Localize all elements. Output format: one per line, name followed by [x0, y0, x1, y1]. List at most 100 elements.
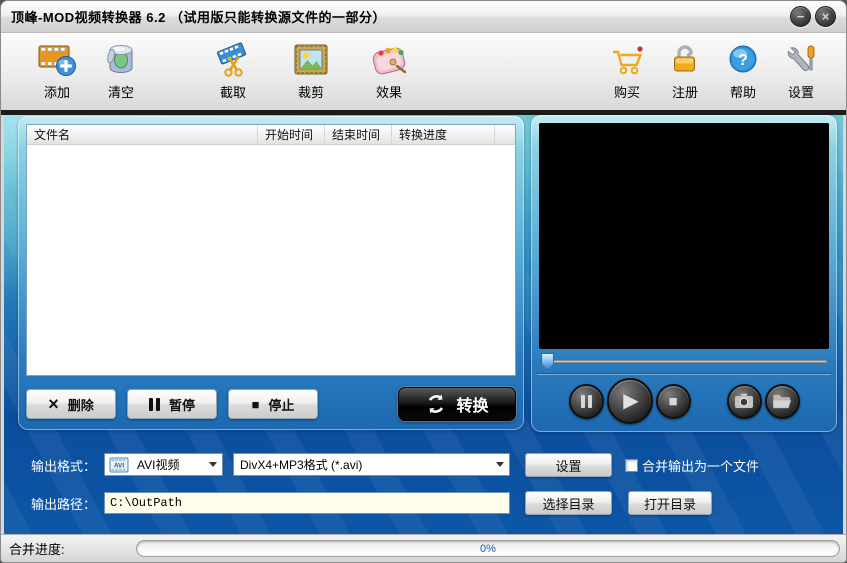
format-settings-button-label: 设置	[555, 458, 582, 474]
seek-bar[interactable]	[539, 350, 829, 373]
titlebar: 顶峰-MOD视频转换器 6.2 （试用版只能转换源文件的一部分） − ×	[1, 1, 846, 33]
settings-button-label: 设置	[787, 85, 814, 100]
file-list-panel: 文件名 开始时间 结束时间 转换进度 × 删除 暂停 ■ 停止 转换	[18, 116, 524, 430]
clear-button[interactable]: 清空	[89, 38, 153, 104]
close-button[interactable]: ×	[815, 6, 836, 27]
buy-cart-icon	[607, 38, 647, 82]
toolbar-right-group: 购买 注册 ? 帮助 设置	[598, 38, 830, 104]
file-list-body[interactable]	[27, 145, 515, 375]
seek-handle[interactable]	[541, 353, 554, 370]
column-header-progress[interactable]: 转换进度	[392, 125, 495, 144]
merge-progress-bar: 0%	[136, 540, 840, 557]
buy-button-label: 购买	[613, 85, 640, 100]
pause-button[interactable]: 暂停	[127, 389, 217, 419]
window-title: 顶峰-MOD视频转换器 6.2 （试用版只能转换源文件的一部分）	[11, 10, 386, 25]
app-window: 顶峰-MOD视频转换器 6.2 （试用版只能转换源文件的一部分） − × 添加 …	[0, 0, 847, 563]
add-button-label: 添加	[43, 85, 70, 100]
clear-button-label: 清空	[107, 85, 134, 100]
add-button[interactable]: 添加	[25, 38, 89, 104]
clip-button[interactable]: 截取	[201, 38, 265, 104]
convert-refresh-icon	[425, 393, 447, 415]
format-detail-value: DivX4+MP3格式 (*.avi)	[240, 458, 363, 472]
register-button-label: 注册	[671, 85, 698, 100]
close-icon: ×	[821, 9, 830, 24]
format-type-select[interactable]: AVI AVI视频	[104, 453, 223, 476]
convert-button[interactable]: 转换	[398, 387, 516, 421]
help-button[interactable]: ? 帮助	[714, 38, 772, 104]
camera-icon	[734, 393, 754, 409]
player-play-icon: ▶	[623, 390, 639, 412]
pause-button-label: 暂停	[168, 397, 195, 413]
minimize-icon: −	[796, 9, 805, 24]
crop-button[interactable]: 裁剪	[279, 38, 343, 104]
settings-tools-icon	[782, 38, 820, 82]
merge-output-label: 合并输出为一个文件	[642, 459, 760, 474]
status-bar: 合并进度: 0%	[1, 534, 846, 562]
svg-text:?: ?	[738, 52, 748, 69]
player-panel: ▶ ■	[531, 115, 837, 432]
format-settings-button[interactable]: 设置	[525, 453, 612, 477]
dropdown-arrow-icon	[491, 458, 509, 471]
seek-track[interactable]	[541, 360, 827, 363]
register-button[interactable]: 注册	[656, 38, 714, 104]
delete-button[interactable]: × 删除	[26, 389, 116, 419]
buy-button[interactable]: 购买	[598, 38, 656, 104]
output-format-label: 输出格式：	[31, 459, 97, 474]
player-stop-icon: ■	[668, 392, 678, 410]
column-header-filename[interactable]: 文件名	[27, 125, 258, 144]
choose-directory-button-label: 选择目录	[542, 496, 595, 512]
help-icon: ?	[725, 38, 761, 82]
format-detail-select[interactable]: DivX4+MP3格式 (*.avi)	[233, 453, 510, 476]
help-button-label: 帮助	[729, 85, 756, 100]
list-actions: × 删除 暂停 ■ 停止 转换	[26, 387, 516, 421]
avi-file-icon: AVI	[109, 457, 129, 473]
main-area: 文件名 开始时间 结束时间 转换进度 × 删除 暂停 ■ 停止 转换 ▶ ■ 输…	[4, 115, 843, 536]
settings-button[interactable]: 设置	[772, 38, 830, 104]
clear-list-icon	[102, 38, 140, 82]
register-lock-icon	[666, 38, 704, 82]
clip-button-label: 截取	[219, 85, 246, 100]
merge-output-checkbox-row[interactable]: 合并输出为一个文件	[625, 456, 759, 475]
merge-output-checkbox[interactable]	[625, 459, 638, 472]
stop-button-label: 停止	[268, 397, 295, 413]
crop-frame-icon	[292, 38, 330, 82]
open-directory-button[interactable]: 打开目录	[628, 491, 712, 515]
delete-button-label: 删除	[67, 397, 94, 413]
merge-progress-label: 合并进度:	[9, 542, 65, 557]
stop-button[interactable]: ■ 停止	[228, 389, 318, 419]
file-list[interactable]: 文件名 开始时间 结束时间 转换进度	[26, 124, 516, 376]
snapshot-button[interactable]	[726, 383, 762, 419]
pause-icon	[148, 397, 160, 411]
choose-directory-button[interactable]: 选择目录	[525, 491, 612, 515]
svg-text:AVI: AVI	[114, 462, 125, 469]
delete-icon: ×	[48, 394, 59, 414]
column-header-start-time[interactable]: 开始时间	[258, 125, 325, 144]
window-controls: − ×	[790, 6, 836, 27]
open-folder-button[interactable]	[764, 383, 800, 419]
crop-button-label: 裁剪	[297, 85, 324, 100]
column-header-end-time[interactable]: 结束时间	[325, 125, 392, 144]
effect-palette-icon	[369, 38, 409, 82]
video-preview	[539, 123, 829, 349]
output-path-label: 输出路径：	[31, 497, 97, 512]
clip-scissors-icon	[213, 38, 253, 82]
column-header-extra	[495, 125, 515, 144]
player-controls: ▶ ■	[539, 375, 829, 427]
add-media-icon	[37, 38, 77, 82]
player-play-button[interactable]: ▶	[606, 378, 653, 424]
effect-button[interactable]: 效果	[357, 38, 421, 104]
player-pause-button[interactable]	[568, 383, 604, 419]
player-stop-button[interactable]: ■	[655, 383, 691, 419]
stop-icon: ■	[251, 396, 260, 412]
file-list-header: 文件名 开始时间 结束时间 转换进度	[27, 125, 515, 145]
output-path-input[interactable]	[104, 492, 510, 514]
folder-icon	[772, 393, 792, 409]
open-directory-button-label: 打开目录	[643, 496, 696, 512]
merge-progress-text: 0%	[480, 542, 496, 555]
player-pause-icon	[580, 394, 592, 408]
minimize-button[interactable]: −	[790, 6, 811, 27]
convert-button-label: 转换	[456, 398, 489, 415]
toolbar: 添加 清空 截取 裁剪 效果 购买 注册 ? 帮助 设置	[1, 33, 846, 115]
dropdown-arrow-icon	[204, 458, 222, 471]
format-type-value: AVI视频	[137, 458, 180, 472]
